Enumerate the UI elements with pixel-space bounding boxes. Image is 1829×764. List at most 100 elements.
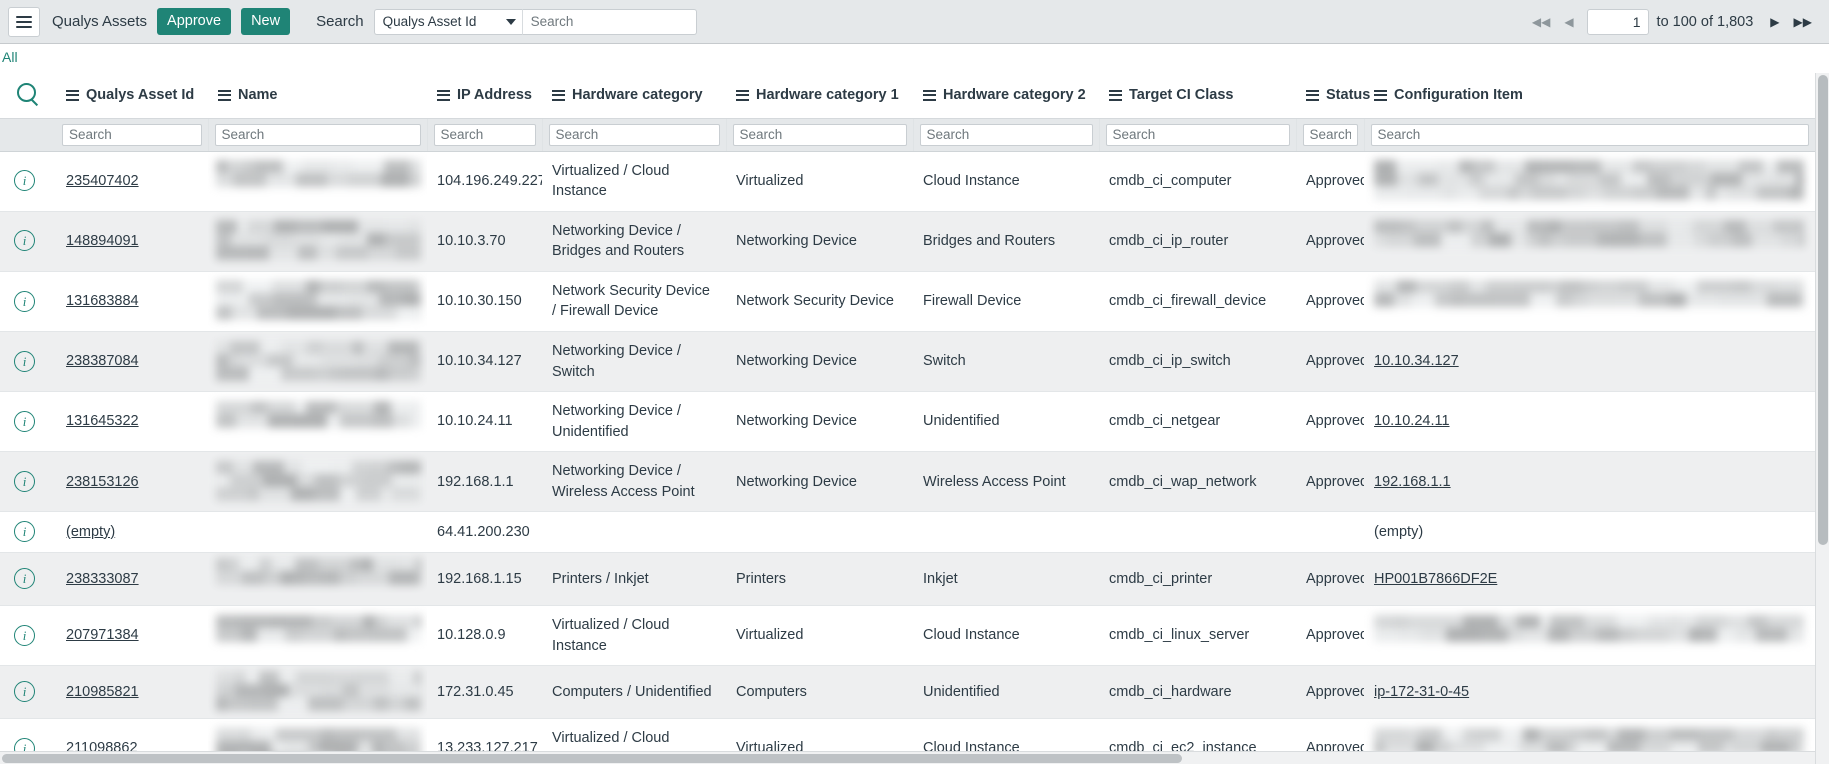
- table-row[interactable]: i238153126192.168.1.1Networking Device /…: [0, 452, 1815, 512]
- target-ci-class-value: cmdb_ci_printer: [1109, 571, 1212, 587]
- info-icon[interactable]: i: [14, 625, 35, 646]
- column-menu-icon[interactable]: [1306, 90, 1319, 101]
- filter-input-status[interactable]: [1303, 124, 1358, 146]
- cell-qualys-asset-id: (empty): [56, 512, 208, 553]
- header-label: Hardware category 2: [943, 87, 1086, 103]
- qualys-asset-id-link[interactable]: 210985821: [66, 684, 139, 700]
- ip-address-value: 10.10.30.150: [437, 293, 522, 309]
- target-ci-class-value: cmdb_ci_ip_router: [1109, 233, 1228, 249]
- column-menu-icon[interactable]: [1374, 90, 1387, 101]
- column-menu-icon[interactable]: [736, 90, 749, 101]
- header-cell-status[interactable]: Status: [1296, 73, 1364, 118]
- filter-input-hardware-category-1[interactable]: [733, 124, 907, 146]
- configuration-item-link[interactable]: 192.168.1.1: [1374, 474, 1451, 490]
- filter-input-hardware-category[interactable]: [549, 124, 720, 146]
- filter-cell-spacer: [0, 118, 56, 151]
- filter-input-name[interactable]: [215, 124, 421, 146]
- info-icon[interactable]: i: [14, 230, 35, 251]
- table-row[interactable]: i(empty) 64.41.200.230 (empty): [0, 512, 1815, 553]
- redacted-content: [216, 284, 417, 318]
- column-menu-icon[interactable]: [218, 90, 231, 101]
- table-row[interactable]: i235407402104.196.249.227Virtualized / C…: [0, 151, 1815, 211]
- qualys-asset-id-link[interactable]: 207971384: [66, 627, 139, 643]
- qualys-asset-id-link[interactable]: 238333087: [66, 571, 139, 587]
- vertical-scrollbar-thumb[interactable]: [1818, 75, 1828, 545]
- header-label: Status: [1326, 87, 1370, 103]
- qualys-asset-id-link[interactable]: 238153126: [66, 474, 139, 490]
- header-label: Qualys Asset Id: [86, 87, 194, 103]
- cell-hardware-category-1: Virtualized: [726, 151, 913, 211]
- breadcrumb-item-all[interactable]: All: [2, 46, 18, 68]
- horizontal-scrollbar-thumb[interactable]: [2, 754, 1182, 763]
- vertical-scrollbar[interactable]: [1815, 73, 1829, 764]
- info-icon[interactable]: i: [14, 681, 35, 702]
- qualys-asset-id-link[interactable]: (empty): [66, 524, 115, 540]
- header-cell-ip-address[interactable]: IP Address: [427, 73, 542, 118]
- search-input[interactable]: [522, 9, 697, 35]
- configuration-item-link[interactable]: HP001B7866DF2E: [1374, 571, 1497, 587]
- status-value: Approved: [1306, 173, 1364, 189]
- filter-input-ip-address[interactable]: [434, 124, 536, 146]
- table-row[interactable]: i14889409110.10.3.70Networking Device / …: [0, 211, 1815, 271]
- configuration-item-link[interactable]: 10.10.34.127: [1374, 353, 1459, 369]
- info-icon[interactable]: i: [14, 170, 35, 191]
- info-icon[interactable]: i: [14, 521, 35, 542]
- header-cell-hardware-category-2[interactable]: Hardware category 2: [913, 73, 1099, 118]
- column-menu-icon[interactable]: [552, 90, 565, 101]
- column-menu-icon[interactable]: [437, 90, 450, 101]
- column-menu-icon[interactable]: [923, 90, 936, 101]
- qualys-asset-id-link[interactable]: 148894091: [66, 233, 139, 249]
- cell-ip-address: 10.128.0.9: [427, 606, 542, 666]
- table-row[interactable]: i23838708410.10.34.127Networking Device …: [0, 331, 1815, 391]
- last-page-button[interactable]: ▶▶: [1787, 12, 1819, 32]
- cell-hardware-category-1: Networking Device: [726, 331, 913, 391]
- cell-target-ci-class: cmdb_ci_wap_network: [1099, 452, 1296, 512]
- hamburger-icon[interactable]: [8, 7, 40, 37]
- table-row[interactable]: i20797138410.128.0.9Virtualized / Cloud …: [0, 606, 1815, 666]
- qualys-asset-id-link[interactable]: 238387084: [66, 353, 139, 369]
- table-row[interactable]: i13164532210.10.24.11Networking Device /…: [0, 392, 1815, 452]
- configuration-item-link[interactable]: 10.10.24.11: [1374, 413, 1450, 429]
- filter-input-configuration-item[interactable]: [1371, 124, 1810, 146]
- filter-input-target-ci-class[interactable]: [1106, 124, 1290, 146]
- info-icon[interactable]: i: [14, 411, 35, 432]
- header-cell-qualys-asset-id[interactable]: Qualys Asset Id: [56, 73, 208, 118]
- cell-hardware-category-1: Networking Device: [726, 452, 913, 512]
- table-row[interactable]: i238333087192.168.1.15Printers / InkjetP…: [0, 553, 1815, 606]
- cell-status: Approved: [1296, 553, 1364, 606]
- search-icon[interactable]: [11, 78, 45, 112]
- approve-button[interactable]: Approve: [157, 8, 231, 35]
- horizontal-scrollbar[interactable]: [0, 751, 1815, 764]
- table-row[interactable]: i13168388410.10.30.150Network Security D…: [0, 271, 1815, 331]
- header-cell-name[interactable]: Name: [208, 73, 427, 118]
- header-cell-target-ci-class[interactable]: Target CI Class: [1099, 73, 1296, 118]
- cell-ip-address: 104.196.249.227: [427, 151, 542, 211]
- filter-input-qualys-asset-id[interactable]: [62, 124, 202, 146]
- qualys-asset-id-link[interactable]: 131683884: [66, 293, 139, 309]
- qualys-asset-id-link[interactable]: 235407402: [66, 173, 139, 189]
- info-icon[interactable]: i: [14, 291, 35, 312]
- hamburger-bar: [16, 21, 32, 23]
- info-icon[interactable]: i: [14, 471, 35, 492]
- header-cell-hardware-category[interactable]: Hardware category: [542, 73, 726, 118]
- configuration-item-link[interactable]: ip-172-31-0-45: [1374, 684, 1469, 700]
- filter-cell-hardware-category: [542, 118, 726, 151]
- page-number-input[interactable]: [1587, 9, 1649, 35]
- filter-input-hardware-category-2[interactable]: [920, 124, 1093, 146]
- first-page-button[interactable]: ◀◀: [1525, 12, 1557, 32]
- column-menu-icon[interactable]: [1109, 90, 1122, 101]
- cell-hardware-category-2: Cloud Instance: [913, 606, 1099, 666]
- info-icon[interactable]: i: [14, 351, 35, 372]
- next-page-button[interactable]: ▶: [1763, 12, 1786, 32]
- previous-page-button[interactable]: ◀: [1557, 12, 1580, 32]
- new-button[interactable]: New: [241, 8, 290, 35]
- search-field-select[interactable]: Qualys Asset Id: [374, 9, 522, 35]
- qualys-asset-id-link[interactable]: 131645322: [66, 413, 139, 429]
- header-cell-hardware-category-1[interactable]: Hardware category 1: [726, 73, 913, 118]
- header-cell-configuration-item[interactable]: Configuration Item: [1364, 73, 1815, 118]
- info-icon[interactable]: i: [14, 568, 35, 589]
- table-row[interactable]: i210985821172.31.0.45Computers / Unident…: [0, 666, 1815, 719]
- ip-address-value: 172.31.0.45: [437, 684, 514, 700]
- cell-hardware-category-2: Firewall Device: [913, 271, 1099, 331]
- column-menu-icon[interactable]: [66, 90, 79, 101]
